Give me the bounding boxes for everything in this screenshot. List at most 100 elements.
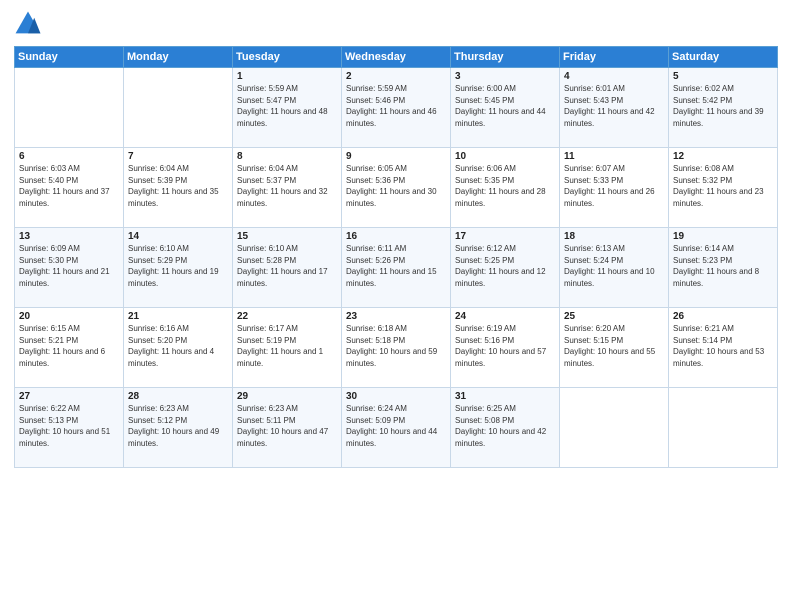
- cell-details: Sunrise: 6:08 AM Sunset: 5:32 PM Dayligh…: [673, 163, 773, 209]
- cell-details: Sunrise: 6:17 AM Sunset: 5:19 PM Dayligh…: [237, 323, 337, 369]
- day-number: 3: [455, 71, 555, 82]
- day-number: 27: [19, 391, 119, 402]
- logo: [14, 10, 44, 38]
- cell-details: Sunrise: 6:06 AM Sunset: 5:35 PM Dayligh…: [455, 163, 555, 209]
- calendar-cell: 4Sunrise: 6:01 AM Sunset: 5:43 PM Daylig…: [560, 68, 669, 148]
- cell-details: Sunrise: 6:23 AM Sunset: 5:12 PM Dayligh…: [128, 403, 228, 449]
- logo-icon: [14, 10, 42, 38]
- day-number: 7: [128, 151, 228, 162]
- calendar-cell: 19Sunrise: 6:14 AM Sunset: 5:23 PM Dayli…: [669, 228, 778, 308]
- calendar-cell: 6Sunrise: 6:03 AM Sunset: 5:40 PM Daylig…: [15, 148, 124, 228]
- day-number: 30: [346, 391, 446, 402]
- calendar-cell: 30Sunrise: 6:24 AM Sunset: 5:09 PM Dayli…: [342, 388, 451, 468]
- day-number: 8: [237, 151, 337, 162]
- cell-details: Sunrise: 6:09 AM Sunset: 5:30 PM Dayligh…: [19, 243, 119, 289]
- cell-details: Sunrise: 6:12 AM Sunset: 5:25 PM Dayligh…: [455, 243, 555, 289]
- cell-details: Sunrise: 6:25 AM Sunset: 5:08 PM Dayligh…: [455, 403, 555, 449]
- calendar-table: SundayMondayTuesdayWednesdayThursdayFrid…: [14, 46, 778, 468]
- day-number: 9: [346, 151, 446, 162]
- day-number: 5: [673, 71, 773, 82]
- calendar-cell: [15, 68, 124, 148]
- calendar-cell: [669, 388, 778, 468]
- calendar-cell: 17Sunrise: 6:12 AM Sunset: 5:25 PM Dayli…: [451, 228, 560, 308]
- calendar-cell: 27Sunrise: 6:22 AM Sunset: 5:13 PM Dayli…: [15, 388, 124, 468]
- calendar-cell: 7Sunrise: 6:04 AM Sunset: 5:39 PM Daylig…: [124, 148, 233, 228]
- cell-details: Sunrise: 6:00 AM Sunset: 5:45 PM Dayligh…: [455, 83, 555, 129]
- cell-details: Sunrise: 6:15 AM Sunset: 5:21 PM Dayligh…: [19, 323, 119, 369]
- calendar-cell: 2Sunrise: 5:59 AM Sunset: 5:46 PM Daylig…: [342, 68, 451, 148]
- cell-details: Sunrise: 6:23 AM Sunset: 5:11 PM Dayligh…: [237, 403, 337, 449]
- calendar-cell: 23Sunrise: 6:18 AM Sunset: 5:18 PM Dayli…: [342, 308, 451, 388]
- calendar-cell: 20Sunrise: 6:15 AM Sunset: 5:21 PM Dayli…: [15, 308, 124, 388]
- day-number: 19: [673, 231, 773, 242]
- weekday-header-tuesday: Tuesday: [233, 47, 342, 68]
- cell-details: Sunrise: 6:18 AM Sunset: 5:18 PM Dayligh…: [346, 323, 446, 369]
- calendar-cell: 9Sunrise: 6:05 AM Sunset: 5:36 PM Daylig…: [342, 148, 451, 228]
- cell-details: Sunrise: 6:20 AM Sunset: 5:15 PM Dayligh…: [564, 323, 664, 369]
- calendar-cell: 31Sunrise: 6:25 AM Sunset: 5:08 PM Dayli…: [451, 388, 560, 468]
- day-number: 11: [564, 151, 664, 162]
- calendar-cell: 16Sunrise: 6:11 AM Sunset: 5:26 PM Dayli…: [342, 228, 451, 308]
- week-row-4: 20Sunrise: 6:15 AM Sunset: 5:21 PM Dayli…: [15, 308, 778, 388]
- weekday-header-sunday: Sunday: [15, 47, 124, 68]
- weekday-header-wednesday: Wednesday: [342, 47, 451, 68]
- cell-details: Sunrise: 6:13 AM Sunset: 5:24 PM Dayligh…: [564, 243, 664, 289]
- day-number: 18: [564, 231, 664, 242]
- cell-details: Sunrise: 6:05 AM Sunset: 5:36 PM Dayligh…: [346, 163, 446, 209]
- calendar-cell: 1Sunrise: 5:59 AM Sunset: 5:47 PM Daylig…: [233, 68, 342, 148]
- weekday-header-row: SundayMondayTuesdayWednesdayThursdayFrid…: [15, 47, 778, 68]
- cell-details: Sunrise: 6:03 AM Sunset: 5:40 PM Dayligh…: [19, 163, 119, 209]
- weekday-header-monday: Monday: [124, 47, 233, 68]
- calendar-cell: 13Sunrise: 6:09 AM Sunset: 5:30 PM Dayli…: [15, 228, 124, 308]
- day-number: 16: [346, 231, 446, 242]
- cell-details: Sunrise: 6:01 AM Sunset: 5:43 PM Dayligh…: [564, 83, 664, 129]
- cell-details: Sunrise: 6:04 AM Sunset: 5:39 PM Dayligh…: [128, 163, 228, 209]
- day-number: 1: [237, 71, 337, 82]
- calendar-cell: 26Sunrise: 6:21 AM Sunset: 5:14 PM Dayli…: [669, 308, 778, 388]
- day-number: 23: [346, 311, 446, 322]
- calendar-cell: 24Sunrise: 6:19 AM Sunset: 5:16 PM Dayli…: [451, 308, 560, 388]
- calendar-cell: 15Sunrise: 6:10 AM Sunset: 5:28 PM Dayli…: [233, 228, 342, 308]
- day-number: 24: [455, 311, 555, 322]
- weekday-header-thursday: Thursday: [451, 47, 560, 68]
- calendar-cell: 5Sunrise: 6:02 AM Sunset: 5:42 PM Daylig…: [669, 68, 778, 148]
- cell-details: Sunrise: 5:59 AM Sunset: 5:47 PM Dayligh…: [237, 83, 337, 129]
- weekday-header-friday: Friday: [560, 47, 669, 68]
- day-number: 28: [128, 391, 228, 402]
- week-row-1: 1Sunrise: 5:59 AM Sunset: 5:47 PM Daylig…: [15, 68, 778, 148]
- day-number: 31: [455, 391, 555, 402]
- weekday-header-saturday: Saturday: [669, 47, 778, 68]
- calendar-cell: 21Sunrise: 6:16 AM Sunset: 5:20 PM Dayli…: [124, 308, 233, 388]
- day-number: 26: [673, 311, 773, 322]
- cell-details: Sunrise: 6:22 AM Sunset: 5:13 PM Dayligh…: [19, 403, 119, 449]
- week-row-5: 27Sunrise: 6:22 AM Sunset: 5:13 PM Dayli…: [15, 388, 778, 468]
- calendar-cell: [124, 68, 233, 148]
- cell-details: Sunrise: 6:14 AM Sunset: 5:23 PM Dayligh…: [673, 243, 773, 289]
- calendar-cell: 3Sunrise: 6:00 AM Sunset: 5:45 PM Daylig…: [451, 68, 560, 148]
- day-number: 14: [128, 231, 228, 242]
- cell-details: Sunrise: 6:16 AM Sunset: 5:20 PM Dayligh…: [128, 323, 228, 369]
- calendar-cell: 11Sunrise: 6:07 AM Sunset: 5:33 PM Dayli…: [560, 148, 669, 228]
- week-row-3: 13Sunrise: 6:09 AM Sunset: 5:30 PM Dayli…: [15, 228, 778, 308]
- day-number: 22: [237, 311, 337, 322]
- day-number: 4: [564, 71, 664, 82]
- cell-details: Sunrise: 6:21 AM Sunset: 5:14 PM Dayligh…: [673, 323, 773, 369]
- cell-details: Sunrise: 6:24 AM Sunset: 5:09 PM Dayligh…: [346, 403, 446, 449]
- page-container: SundayMondayTuesdayWednesdayThursdayFrid…: [0, 0, 792, 612]
- calendar-cell: 12Sunrise: 6:08 AM Sunset: 5:32 PM Dayli…: [669, 148, 778, 228]
- day-number: 29: [237, 391, 337, 402]
- day-number: 2: [346, 71, 446, 82]
- cell-details: Sunrise: 6:04 AM Sunset: 5:37 PM Dayligh…: [237, 163, 337, 209]
- cell-details: Sunrise: 6:10 AM Sunset: 5:28 PM Dayligh…: [237, 243, 337, 289]
- week-row-2: 6Sunrise: 6:03 AM Sunset: 5:40 PM Daylig…: [15, 148, 778, 228]
- day-number: 25: [564, 311, 664, 322]
- header: [14, 10, 778, 38]
- cell-details: Sunrise: 5:59 AM Sunset: 5:46 PM Dayligh…: [346, 83, 446, 129]
- cell-details: Sunrise: 6:02 AM Sunset: 5:42 PM Dayligh…: [673, 83, 773, 129]
- day-number: 17: [455, 231, 555, 242]
- calendar-cell: [560, 388, 669, 468]
- calendar-cell: 18Sunrise: 6:13 AM Sunset: 5:24 PM Dayli…: [560, 228, 669, 308]
- day-number: 6: [19, 151, 119, 162]
- calendar-cell: 22Sunrise: 6:17 AM Sunset: 5:19 PM Dayli…: [233, 308, 342, 388]
- day-number: 21: [128, 311, 228, 322]
